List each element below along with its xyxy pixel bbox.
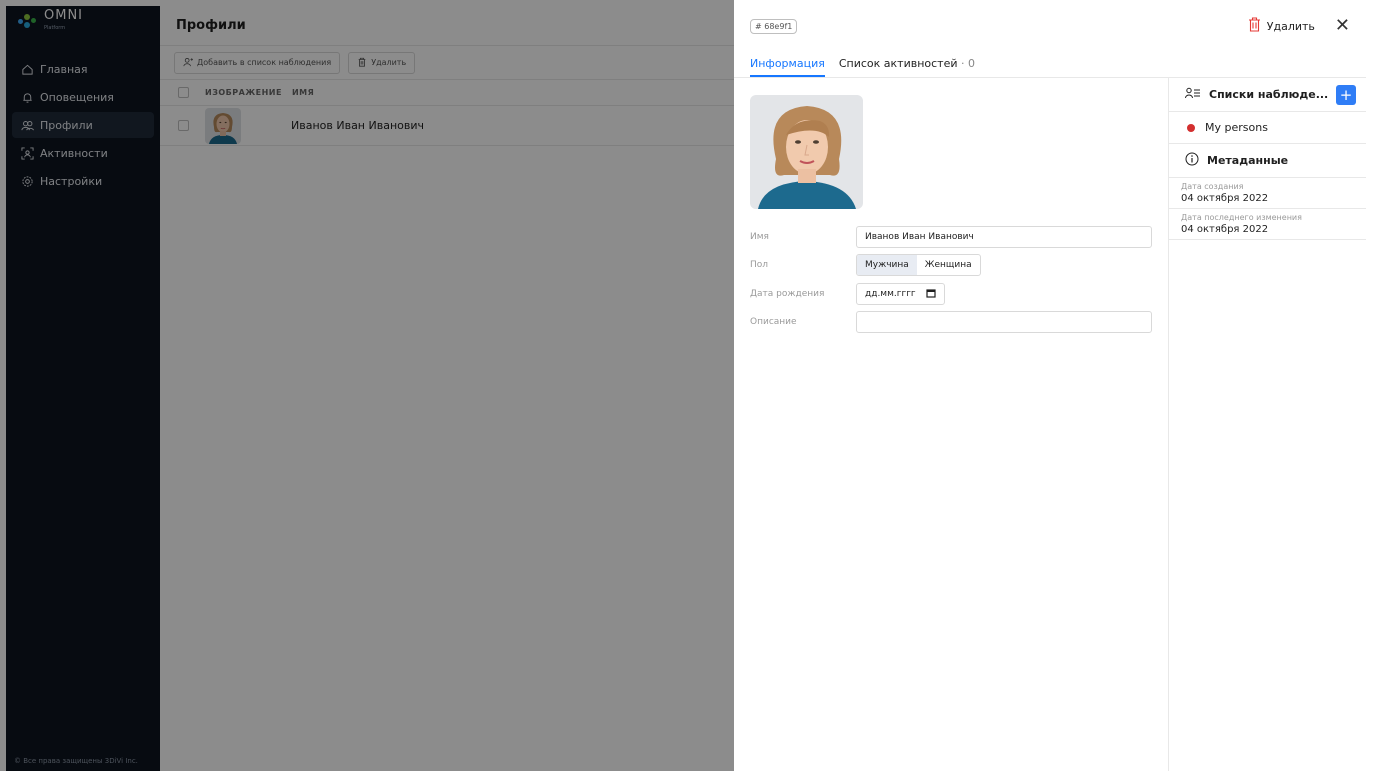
profile-side-panel: Списки наблюде... + My persons Метаданны… [1168,78,1366,771]
delete-button[interactable]: Удалить [1248,17,1315,35]
tab-activities-label: Список активностей [838,57,958,70]
watchlist-item-label: My persons [1205,121,1268,134]
modified-label: Дата последнего изменения [1181,213,1302,222]
modified-value: 04 октября 2022 [1181,224,1269,235]
gender-label: Пол [750,260,769,270]
created-label: Дата создания [1181,182,1244,191]
birthdate-row: Дата рождения дд.мм.гггг [750,283,1152,305]
birthdate-label: Дата рождения [750,289,825,299]
profile-id-badge[interactable]: # 68e9f1 [750,18,798,34]
close-icon[interactable]: ✕ [1335,17,1350,35]
watchlist-item[interactable]: My persons [1169,112,1366,144]
drawer-header: # 68e9f1 Удалить ✕ [734,6,1366,46]
metadata-title: Метаданные [1207,154,1289,167]
watchlist-icon [1185,87,1201,102]
gender-row: Пол Мужчина Женщина [750,254,1152,276]
watchlists-section: Списки наблюде... + [1169,78,1366,112]
profile-drawer: # 68e9f1 Удалить ✕ Информация Список акт… [734,6,1366,771]
name-label: Имя [750,232,769,242]
tab-info[interactable]: Информация [750,57,825,77]
trash-icon [1248,17,1261,35]
metadata-section: Метаданные [1169,144,1366,178]
watchlist-color-dot [1187,123,1195,132]
delete-label: Удалить [1266,19,1315,33]
tab-activities-count: · 0 [961,57,976,70]
description-label: Описание [750,317,797,327]
watchlists-title: Списки наблюде... [1209,88,1329,101]
profile-photo[interactable] [750,95,863,209]
gender-selector: Мужчина Женщина [856,254,981,276]
meta-created: Дата создания 04 октября 2022 [1169,178,1366,209]
tab-activities[interactable]: Список активностей · 0 [839,57,975,77]
meta-modified: Дата последнего изменения 04 октября 202… [1169,209,1366,240]
gender-female-option[interactable]: Женщина [917,255,980,275]
birthdate-placeholder: дд.мм.гггг [865,289,916,299]
info-icon [1185,152,1199,169]
birthdate-input[interactable]: дд.мм.гггг [856,283,945,305]
calendar-icon[interactable] [926,288,936,301]
drawer-tabs: Информация Список активностей · 0 [734,46,1366,78]
gender-male-option[interactable]: Мужчина [857,255,917,275]
modal-overlay[interactable] [0,0,734,771]
description-field[interactable] [856,311,1152,333]
add-watchlist-button[interactable]: + [1336,84,1356,105]
created-value: 04 октября 2022 [1181,193,1269,204]
name-row: Имя Иванов Иван Иванович [750,226,1152,248]
name-field[interactable]: Иванов Иван Иванович [856,226,1152,248]
description-row: Описание [750,311,1152,333]
